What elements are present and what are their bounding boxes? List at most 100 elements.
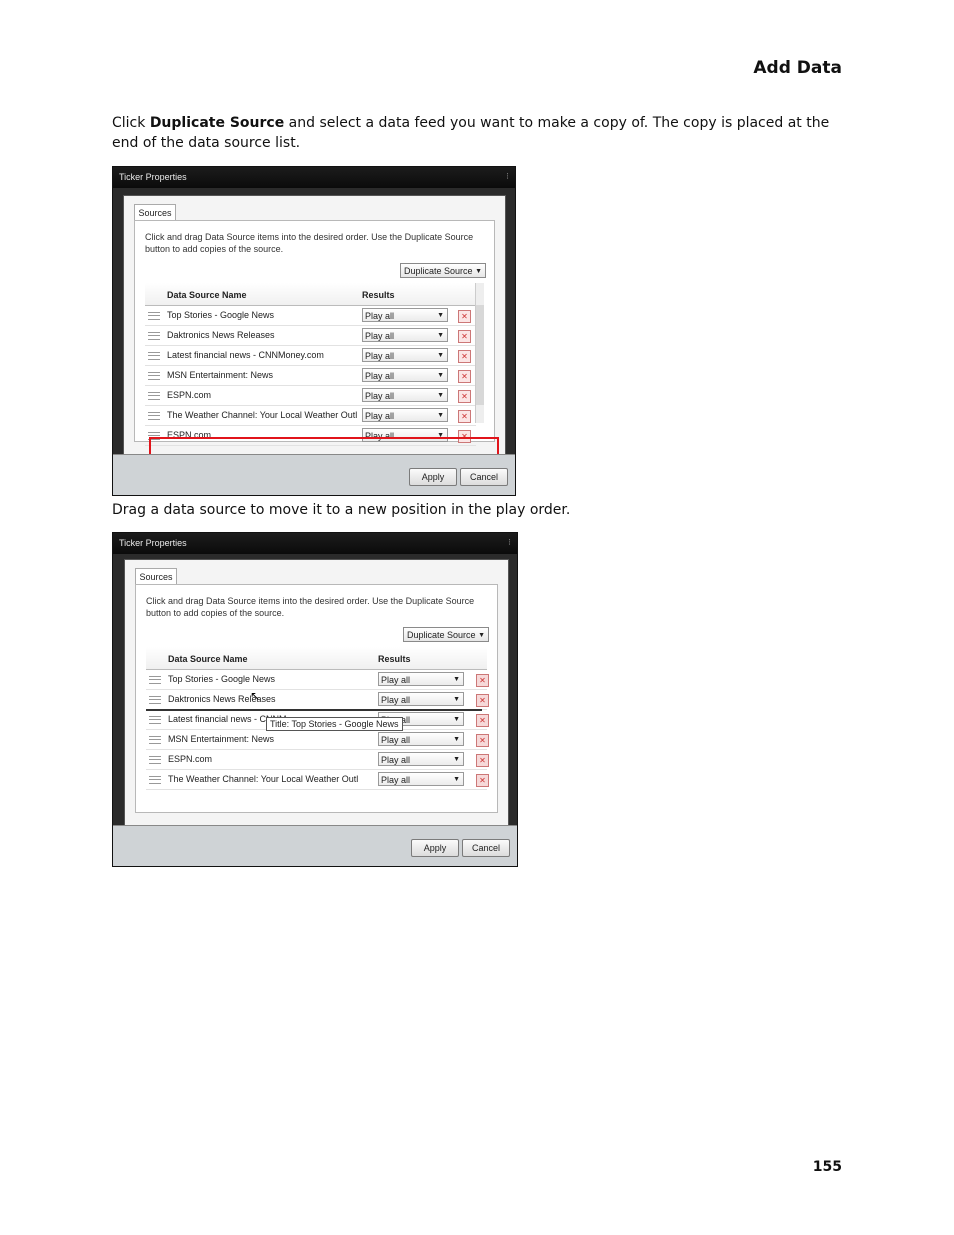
data-source-name: MSN Entertainment: News [167, 370, 274, 380]
delete-icon[interactable]: ✕ [476, 754, 489, 767]
chevron-down-icon: ▼ [437, 372, 444, 379]
apply-button[interactable]: Apply [409, 468, 457, 486]
drag-handle-icon[interactable] [149, 776, 161, 784]
delete-icon[interactable]: ✕ [476, 774, 489, 787]
instructions: Click and drag Data Source items into th… [146, 596, 475, 618]
results-dropdown[interactable]: Play all ▼ [362, 408, 448, 422]
results-dropdown[interactable]: Play all ▼ [378, 672, 464, 686]
dialog-body: Sources Click and drag Data Source items… [124, 559, 509, 826]
cancel-button[interactable]: Cancel [462, 839, 510, 857]
dialog-body: Sources Click and drag Data Source items… [123, 195, 506, 462]
drag-handle-icon[interactable] [149, 696, 161, 704]
chevron-down-icon: ▼ [475, 268, 482, 275]
table-row[interactable]: MSN Entertainment: News Play all ▼ ✕ [145, 366, 476, 386]
drag-handle-icon[interactable] [149, 756, 161, 764]
data-source-name: The Weather Channel: Your Local Weather … [167, 410, 357, 420]
drag-handle-icon[interactable] [148, 412, 160, 420]
grid-header: Data Source Name Results [145, 283, 476, 306]
chevron-down-icon: ▼ [453, 736, 460, 743]
table-row[interactable]: Daktronics News Releases Play all ▼ ✕ [146, 690, 489, 710]
results-dropdown[interactable]: Play all ▼ [362, 308, 448, 322]
table-row[interactable]: The Weather Channel: Your Local Weather … [146, 770, 489, 790]
scrollbar-thumb[interactable] [476, 305, 484, 405]
dialog-titlebar[interactable]: Ticker Properties ⁝ [113, 167, 515, 188]
results-value: Play all [365, 391, 395, 401]
data-source-name: The Weather Channel: Your Local Weather … [168, 774, 358, 784]
delete-icon[interactable]: ✕ [476, 674, 489, 687]
intro-button-name: Duplicate Source [149, 115, 285, 131]
drag-handle-icon[interactable] [148, 332, 160, 340]
results-value: Play all [381, 775, 411, 785]
instructions: Click and drag Data Source items into th… [145, 232, 474, 254]
results-value: Play all [381, 755, 411, 765]
delete-icon[interactable]: ✕ [458, 390, 471, 403]
results-value: Play all [365, 331, 395, 341]
sources-panel: Click and drag Data Source items into th… [135, 584, 498, 813]
drag-handle-icon[interactable] [149, 736, 161, 744]
tab-sources[interactable]: Sources [134, 204, 176, 221]
chevron-down-icon: ▼ [437, 352, 444, 359]
col-header-name: Data Source Name [167, 290, 247, 300]
delete-icon[interactable]: ✕ [458, 410, 471, 423]
col-header-results: Results [378, 654, 411, 664]
drag-handle-icon[interactable] [148, 312, 160, 320]
duplicate-source-label: Duplicate Source [404, 266, 473, 276]
results-value: Play all [365, 311, 395, 321]
table-row[interactable]: Daktronics News Releases Play all ▼ ✕ [145, 326, 476, 346]
delete-icon[interactable]: ✕ [458, 350, 471, 363]
table-row[interactable]: ESPN.com Play all ▼ ✕ [146, 750, 489, 770]
delete-icon[interactable]: ✕ [458, 370, 471, 383]
delete-icon[interactable]: ✕ [476, 714, 489, 727]
results-dropdown[interactable]: Play all ▼ [362, 388, 448, 402]
screenshot-drag-reorder: Ticker Properties ⁝ Sources Click and dr… [112, 532, 518, 867]
data-source-name: Top Stories - Google News [167, 310, 275, 320]
chevron-down-icon: ▼ [453, 716, 460, 723]
results-dropdown[interactable]: Play all ▼ [362, 328, 448, 342]
duplicate-source-button[interactable]: Duplicate Source ▼ [403, 627, 489, 642]
delete-icon[interactable]: ✕ [458, 330, 471, 343]
results-dropdown[interactable]: Play all ▼ [362, 348, 448, 362]
table-row[interactable]: MSN Entertainment: News Play all ▼ ✕ [146, 730, 489, 750]
drag-handle-icon[interactable] [149, 716, 161, 724]
grid-header: Data Source Name Results [146, 647, 487, 670]
table-row[interactable]: The Weather Channel: Your Local Weather … [145, 406, 476, 426]
results-dropdown[interactable]: Play all ▼ [378, 752, 464, 766]
dialog-titlebar[interactable]: Ticker Properties ⁝ [113, 533, 517, 554]
results-value: Play all [381, 695, 411, 705]
screenshot-duplicate-source: Ticker Properties ⁝ Sources Click and dr… [112, 166, 516, 496]
data-source-name: Latest financial news - CNNMoney.com [167, 350, 324, 360]
drag-handle-icon[interactable] [148, 352, 160, 360]
results-dropdown[interactable]: Play all ▼ [378, 772, 464, 786]
titlebar-grip-icon[interactable]: ⁝ [506, 171, 509, 182]
table-row[interactable]: Latest financial news - CNNMoney.com Play… [145, 346, 476, 366]
data-source-name: Daktronics News Releases [167, 330, 275, 340]
table-row[interactable]: Top Stories - Google News Play all ▼ ✕ [145, 306, 476, 326]
page-number: 155 [812, 1159, 842, 1175]
delete-icon[interactable]: ✕ [458, 310, 471, 323]
grid-scrollbar[interactable] [475, 283, 484, 423]
delete-icon[interactable]: ✕ [476, 694, 489, 707]
mouse-pointer-icon: ↖ [250, 689, 261, 703]
data-source-name: MSN Entertainment: News [168, 734, 275, 744]
table-row[interactable]: Top Stories - Google News Play all ▼ ✕ [146, 670, 489, 690]
dialog-title: Ticker Properties [119, 538, 187, 548]
results-value: Play all [365, 351, 395, 361]
drag-handle-icon[interactable] [148, 372, 160, 380]
apply-button[interactable]: Apply [411, 839, 459, 857]
delete-icon[interactable]: ✕ [476, 734, 489, 747]
intro-click: Click [112, 115, 150, 131]
tab-sources[interactable]: Sources [135, 568, 177, 585]
titlebar-grip-icon[interactable]: ⁝ [508, 537, 511, 548]
drag-handle-icon[interactable] [148, 392, 160, 400]
results-dropdown[interactable]: Play all ▼ [378, 732, 464, 746]
cancel-button[interactable]: Cancel [460, 468, 508, 486]
duplicate-source-button[interactable]: Duplicate Source ▼ [400, 263, 486, 278]
table-row[interactable]: ESPN.com Play all ▼ ✕ [145, 386, 476, 406]
chevron-down-icon: ▼ [437, 312, 444, 319]
drop-position-indicator [146, 709, 482, 711]
results-value: Play all [381, 675, 411, 685]
results-dropdown[interactable]: Play all ▼ [362, 368, 448, 382]
results-value: Play all [381, 735, 411, 745]
results-dropdown[interactable]: Play all ▼ [378, 692, 464, 706]
drag-handle-icon[interactable] [149, 676, 161, 684]
